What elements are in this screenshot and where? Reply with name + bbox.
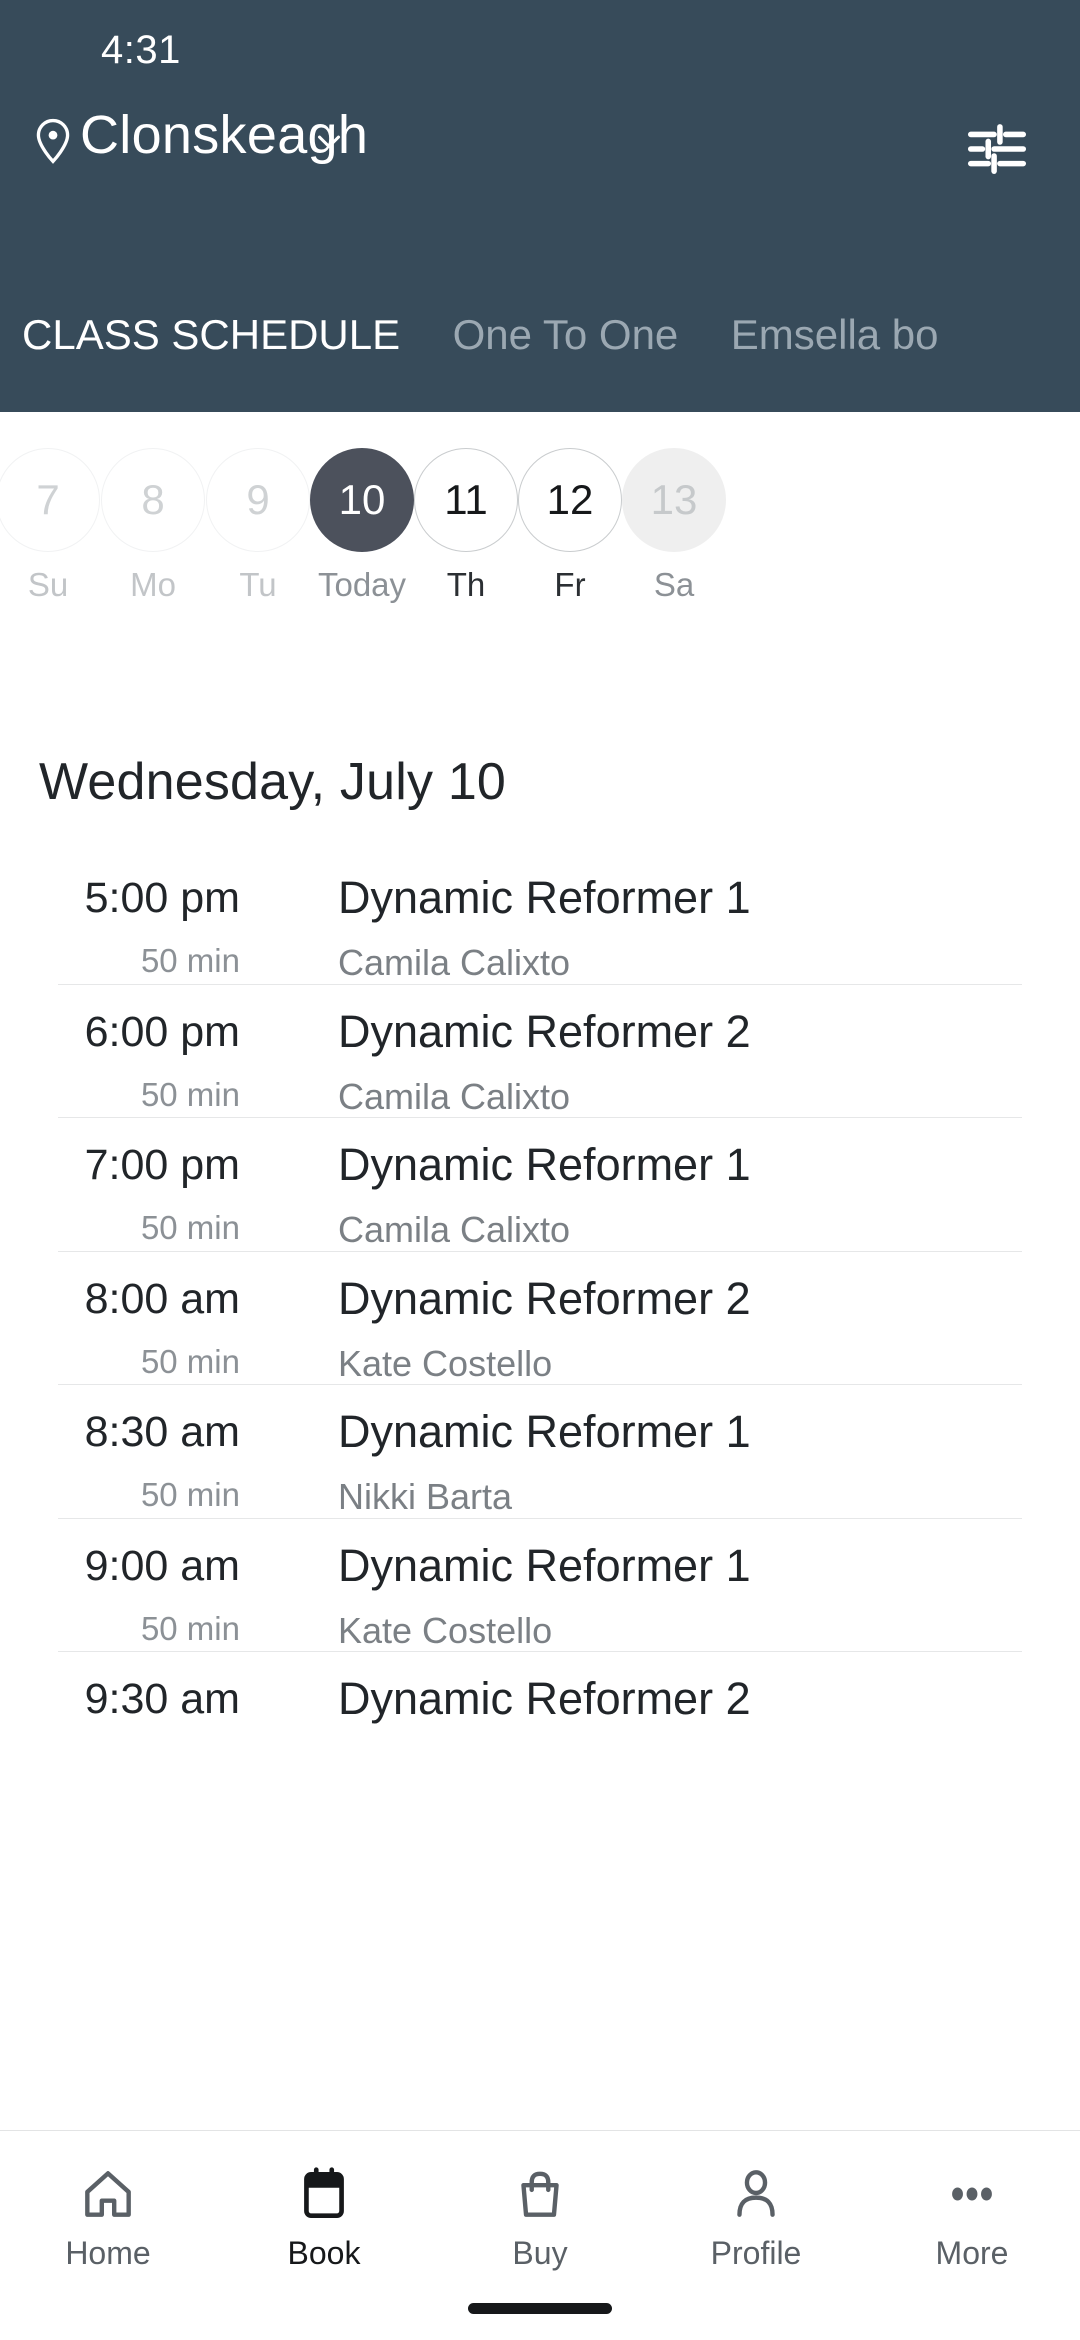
class-time: 5:00 pm bbox=[84, 874, 240, 922]
class-list-item[interactable]: 8:30 am 50 min Dynamic Reformer 1 Nikki … bbox=[0, 1384, 1080, 1518]
class-list-item[interactable]: 9:00 am 50 min Dynamic Reformer 1 Kate C… bbox=[0, 1517, 1080, 1652]
date-strip[interactable]: 7 Su 8 Mo 9 Tu 10 Today 11 Th 12 Fr 13 S… bbox=[0, 412, 1080, 642]
person-icon bbox=[648, 2159, 864, 2229]
date-cell-10-today[interactable]: 10 Today bbox=[310, 448, 414, 604]
date-cell-7[interactable]: 7 Su bbox=[0, 448, 100, 604]
date-weekday-label: Tu bbox=[239, 566, 277, 603]
date-weekday-label: Fr bbox=[554, 566, 586, 603]
class-instructor: Kate Costello bbox=[338, 1342, 553, 1384]
nav-label: Profile bbox=[710, 2235, 802, 2271]
more-dots-icon bbox=[864, 2159, 1080, 2229]
class-time: 7:00 pm bbox=[84, 1141, 240, 1189]
class-title: Dynamic Reformer 2 bbox=[338, 1005, 751, 1057]
class-title: Dynamic Reformer 1 bbox=[338, 872, 751, 923]
class-title: Dynamic Reformer 2 bbox=[338, 1272, 751, 1324]
class-duration: 50 min bbox=[140, 1075, 240, 1113]
nav-label: Buy bbox=[512, 2235, 568, 2271]
date-cell-12[interactable]: 12 Fr bbox=[518, 448, 622, 604]
nav-item-more[interactable]: More bbox=[864, 2159, 1080, 2272]
class-list-item[interactable]: 5:00 pm 50 min Dynamic Reformer 1 Camila… bbox=[0, 850, 1080, 984]
class-instructor: Camila Calixto bbox=[338, 942, 571, 983]
tab-class-schedule[interactable]: CLASS SCHEDULE bbox=[22, 280, 400, 390]
nav-label: Book bbox=[287, 2235, 361, 2271]
nav-label: Home bbox=[65, 2235, 151, 2271]
date-cell-11[interactable]: 11 Th bbox=[414, 448, 518, 604]
nav-label: More bbox=[935, 2235, 1009, 2271]
date-weekday-label: Th bbox=[446, 566, 486, 603]
class-duration: 50 min bbox=[140, 1476, 240, 1513]
class-duration: 50 min bbox=[140, 1342, 240, 1380]
class-title: Dynamic Reformer 1 bbox=[338, 1406, 751, 1457]
location-pin-icon bbox=[28, 110, 78, 172]
class-time: 6:00 pm bbox=[84, 1007, 240, 1056]
nav-item-book[interactable]: Book bbox=[216, 2159, 432, 2272]
class-instructor: Camila Calixto bbox=[338, 1209, 571, 1250]
date-number[interactable]: 8 bbox=[101, 448, 205, 552]
class-list-item[interactable]: 9:30 am Dynamic Reformer 2 bbox=[0, 1651, 1080, 1785]
class-duration: 50 min bbox=[140, 1609, 240, 1647]
class-instructor: Kate Costello bbox=[338, 1609, 553, 1651]
class-duration: 50 min bbox=[140, 1209, 240, 1246]
tab-one-to-one[interactable]: One To One bbox=[453, 280, 679, 390]
date-cell-8[interactable]: 8 Mo bbox=[101, 448, 205, 604]
class-instructor: Camila Calixto bbox=[338, 1075, 571, 1117]
class-instructor: Nikki Barta bbox=[338, 1476, 513, 1517]
app-screen: 4:31 Clonskeagh CLASS SCHEDULE One To On… bbox=[0, 0, 1080, 2340]
bottom-navigation[interactable]: Home Book Buy Profile More bbox=[0, 2130, 1080, 2340]
date-number[interactable]: 9 bbox=[206, 448, 310, 552]
class-time: 9:30 am bbox=[84, 1675, 240, 1723]
header-tabs[interactable]: CLASS SCHEDULE One To One Emsella bo bbox=[0, 280, 1080, 390]
chevron-down-icon[interactable] bbox=[310, 122, 348, 160]
date-number[interactable]: 7 bbox=[0, 448, 100, 552]
class-duration: 50 min bbox=[140, 942, 240, 979]
date-number[interactable]: 10 bbox=[310, 448, 414, 552]
shopping-bag-icon bbox=[432, 2159, 648, 2229]
date-number[interactable]: 12 bbox=[518, 448, 622, 552]
class-time: 8:00 am bbox=[84, 1274, 240, 1323]
app-header: 4:31 Clonskeagh CLASS SCHEDULE One To On… bbox=[0, 0, 1080, 412]
class-title: Dynamic Reformer 2 bbox=[338, 1673, 751, 1724]
class-time: 9:00 am bbox=[84, 1541, 240, 1590]
date-weekday-label: Su bbox=[27, 566, 69, 603]
date-weekday-label: Mo bbox=[130, 566, 176, 603]
selected-day-heading: Wednesday, July 10 bbox=[39, 753, 507, 811]
filter-tune-icon[interactable] bbox=[962, 114, 1032, 184]
tab-emsella-booking[interactable]: Emsella bo bbox=[731, 280, 939, 390]
class-time: 8:30 am bbox=[84, 1408, 240, 1456]
date-weekday-label: Today bbox=[317, 566, 407, 603]
date-weekday-label: Sa bbox=[653, 566, 695, 603]
location-selector-row[interactable]: Clonskeagh bbox=[0, 100, 1080, 192]
home-icon bbox=[0, 2159, 216, 2229]
class-list-item[interactable]: 6:00 pm 50 min Dynamic Reformer 2 Camila… bbox=[0, 983, 1080, 1118]
nav-item-profile[interactable]: Profile bbox=[648, 2159, 864, 2272]
class-title: Dynamic Reformer 1 bbox=[338, 1539, 751, 1591]
date-number[interactable]: 11 bbox=[414, 448, 518, 552]
date-number[interactable]: 13 bbox=[622, 448, 726, 552]
calendar-icon bbox=[216, 2159, 432, 2229]
date-cell-13[interactable]: 13 Sa bbox=[622, 448, 726, 604]
class-title: Dynamic Reformer 1 bbox=[338, 1139, 751, 1190]
status-bar-clock: 4:31 bbox=[101, 28, 181, 72]
class-list-item[interactable]: 7:00 pm 50 min Dynamic Reformer 1 Camila… bbox=[0, 1117, 1080, 1251]
nav-item-buy[interactable]: Buy bbox=[432, 2159, 648, 2272]
status-bar: 4:31 bbox=[0, 0, 1080, 96]
class-schedule-list[interactable]: 5:00 pm 50 min Dynamic Reformer 1 Camila… bbox=[0, 850, 1080, 2130]
date-cell-9[interactable]: 9 Tu bbox=[206, 448, 310, 604]
nav-item-home[interactable]: Home bbox=[0, 2159, 216, 2272]
class-list-item[interactable]: 8:00 am 50 min Dynamic Reformer 2 Kate C… bbox=[0, 1250, 1080, 1385]
home-indicator-bar bbox=[468, 2303, 612, 2314]
